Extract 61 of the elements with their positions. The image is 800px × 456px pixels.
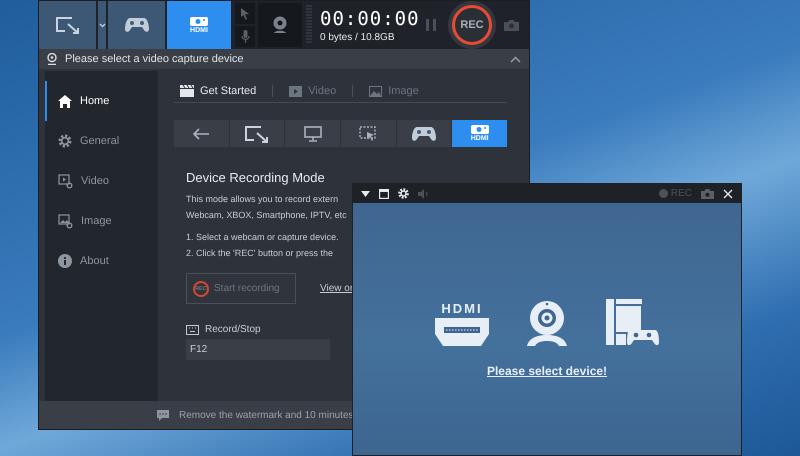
dropdown-icon[interactable] <box>361 190 370 196</box>
region-select-icon <box>54 15 80 35</box>
description-line: Webcam, XBOX, Smartphone, IPTV, etc <box>186 209 347 222</box>
mode-button[interactable] <box>396 120 452 147</box>
gamepad-icon <box>124 17 148 33</box>
hotkey-field[interactable]: F12 <box>186 339 330 360</box>
section-title: Device Recording Mode <box>186 170 326 185</box>
footer-message: Remove the watermark and 10 minutes <box>179 410 354 420</box>
sidebar-item[interactable]: Image <box>45 201 158 241</box>
mode-button[interactable] <box>230 120 284 147</box>
view-link[interactable]: View or <box>320 283 354 294</box>
mode-button[interactable] <box>39 1 96 49</box>
region-select-icon <box>244 124 270 144</box>
cursor-icon <box>240 7 250 20</box>
tab[interactable]: Image <box>363 85 425 97</box>
device-status-text: Please select a video capture device <box>65 53 244 65</box>
collapse-icon[interactable] <box>510 56 521 62</box>
gamepad-icon <box>412 126 436 142</box>
tab[interactable]: Get Started <box>174 85 262 97</box>
sidebar-item[interactable]: General <box>45 121 158 161</box>
area-cursor-icon <box>359 126 378 142</box>
play-icon <box>289 86 302 96</box>
webcam-icon <box>47 53 57 65</box>
webcam-icon <box>272 16 288 34</box>
game-console-icon <box>605 298 659 346</box>
select-device-link[interactable]: Please select device! <box>486 364 608 378</box>
cursor-button[interactable] <box>235 3 255 24</box>
picture-icon <box>369 86 382 96</box>
keyboard-icon <box>186 324 199 334</box>
sidebar-item[interactable]: Home <box>45 81 158 121</box>
microphone-button[interactable] <box>235 26 255 47</box>
video-settings-icon <box>58 174 73 188</box>
recording-timer: 00:00:00 <box>320 8 420 30</box>
tab[interactable]: Video <box>283 85 342 97</box>
caret-icon <box>98 22 106 28</box>
chat-icon <box>157 410 169 420</box>
webcam-button[interactable] <box>258 3 302 47</box>
settings-icon[interactable] <box>398 188 409 199</box>
window-icon[interactable] <box>379 188 389 198</box>
instruction-step: 1. Select a webcam or capture device. <box>186 229 339 245</box>
mode-button[interactable] <box>108 1 165 49</box>
microphone-icon <box>240 30 250 43</box>
image-settings-icon <box>58 214 73 228</box>
description-line: This mode allows you to record extern <box>186 193 340 206</box>
home-icon <box>58 94 72 108</box>
file-size-text: 0 bytes / 10.8GB <box>320 32 396 42</box>
sidebar-item[interactable]: About <box>45 241 158 281</box>
camera-icon[interactable] <box>701 188 714 199</box>
info-icon <box>58 254 72 268</box>
back-arrow-icon <box>192 128 210 140</box>
monitor-icon <box>304 126 322 142</box>
mode-button[interactable] <box>174 120 229 147</box>
settings-icon <box>58 134 72 148</box>
mode-button[interactable] <box>341 120 396 147</box>
instruction-step: 2. Click the 'REC' button or press the <box>186 245 339 261</box>
clapperboard-icon <box>180 85 194 97</box>
close-icon[interactable] <box>723 188 733 198</box>
hotkey-label: Record/Stop <box>205 324 261 335</box>
webcam-icon <box>525 298 569 346</box>
sidebar-item[interactable]: Video <box>45 161 158 201</box>
mode-button[interactable] <box>285 120 340 147</box>
